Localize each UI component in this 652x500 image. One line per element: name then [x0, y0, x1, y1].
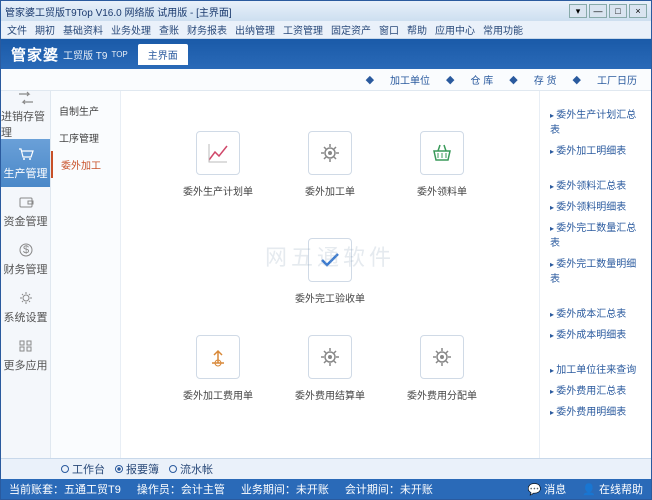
- grid-icon: [16, 337, 36, 355]
- status-operator: 操作员：会计主管: [137, 481, 225, 497]
- card-label: 委外费用分配单: [407, 387, 477, 402]
- view-radio-workspace[interactable]: 工作台: [61, 461, 105, 477]
- maximize-button[interactable]: □: [609, 4, 627, 18]
- right-link[interactable]: 委外领料明细表: [550, 195, 641, 216]
- right-link[interactable]: 委外生产计划汇总表: [550, 103, 641, 139]
- gear-icon: [308, 335, 352, 379]
- sidebar-label: 系统设置: [4, 309, 48, 325]
- menu-item[interactable]: 常用功能: [483, 22, 523, 37]
- gear-icon: [308, 131, 352, 175]
- right-link[interactable]: 委外成本明细表: [550, 323, 641, 344]
- menu-item[interactable]: 业务处理: [111, 22, 151, 37]
- left-sidebar: 进销存管理 生产管理 资金管理 $ 财务管理 系统设置 更多应用: [1, 91, 51, 458]
- sidebar-item-inventory[interactable]: 进销存管理: [1, 91, 50, 139]
- right-link[interactable]: 委外领料汇总表: [550, 174, 641, 195]
- menu-item[interactable]: 文件: [7, 22, 27, 37]
- message-icon[interactable]: 💬 消息: [527, 481, 566, 497]
- topaction[interactable]: 仓 库: [471, 72, 494, 87]
- menubar: 文件 期初 基础资料 业务处理 查账 财务报表 出纳管理 工资管理 固定资产 窗…: [1, 21, 651, 39]
- chart-icon: [196, 131, 240, 175]
- sidebar-label: 生产管理: [4, 165, 48, 181]
- card-label: 委外领料单: [417, 183, 467, 198]
- right-sidebar: 委外生产计划汇总表 委外加工明细表 委外领料汇总表 委外领料明细表 委外完工数量…: [539, 91, 651, 458]
- status-acctdate: 会计期间：未开账: [345, 481, 433, 497]
- card-cost[interactable]: 委外加工费用单: [182, 335, 254, 402]
- gear-icon: [420, 335, 464, 379]
- card-label: 委外加工单: [305, 183, 355, 198]
- sidebar-item-more[interactable]: 更多应用: [1, 331, 50, 379]
- gear-icon: [16, 289, 36, 307]
- menu-item[interactable]: 查账: [159, 22, 179, 37]
- brand-sup: TOP: [111, 50, 127, 59]
- card-settle[interactable]: 委外费用结算单: [294, 335, 366, 402]
- menu-item[interactable]: 工资管理: [283, 22, 323, 37]
- sidebar-label: 财务管理: [4, 261, 48, 277]
- sidebar-item-production[interactable]: 生产管理: [1, 139, 50, 187]
- dropdown-button[interactable]: ▾: [569, 4, 587, 18]
- sidebar-label: 进销存管理: [1, 108, 50, 140]
- card-alloc[interactable]: 委外费用分配单: [406, 335, 478, 402]
- wallet-icon: [16, 193, 36, 211]
- top-actions: ◆加工单位 ◆仓 库 ◆存 货 ◆工厂日历: [1, 69, 651, 91]
- menu-item[interactable]: 基础资料: [63, 22, 103, 37]
- right-link[interactable]: 委外加工明细表: [550, 139, 641, 160]
- basket-icon: [420, 131, 464, 175]
- titlebar: 管家婆工贸版T9Top V16.0 网络版 试用版 - [主界面] ▾ — □ …: [1, 1, 651, 21]
- menu-item[interactable]: 帮助: [407, 22, 427, 37]
- menu-item[interactable]: 财务报表: [187, 22, 227, 37]
- card-accept[interactable]: 委外完工验收单: [294, 238, 366, 305]
- right-link[interactable]: 加工单位往来查询: [550, 358, 641, 379]
- brand-sub: 工贸版 T9: [63, 47, 107, 62]
- menu-item[interactable]: 期初: [35, 22, 55, 37]
- right-link[interactable]: 委外完工数量汇总表: [550, 216, 641, 252]
- right-link[interactable]: 委外费用明细表: [550, 400, 641, 421]
- sidebar-item-settings[interactable]: 系统设置: [1, 283, 50, 331]
- status-bizdate: 业务期间：未开账: [241, 481, 329, 497]
- main-area: 网五通软件 委外生产计划单 委外加工单 委外领料单 委外完工验收单: [121, 91, 539, 458]
- tab-main[interactable]: 主界面: [138, 44, 188, 65]
- card-plan[interactable]: 委外生产计划单: [182, 131, 254, 198]
- menu-item[interactable]: 应用中心: [435, 22, 475, 37]
- minimize-button[interactable]: —: [589, 4, 607, 18]
- cart-icon: [16, 145, 36, 163]
- check-icon: [308, 238, 352, 282]
- submenu-item[interactable]: 自制生产: [51, 97, 120, 124]
- submenu: 自制生产 工序管理 委外加工: [51, 91, 121, 458]
- card-process[interactable]: 委外加工单: [294, 131, 366, 198]
- svg-text:$: $: [22, 244, 28, 256]
- sidebar-item-finance[interactable]: $ 财务管理: [1, 235, 50, 283]
- card-label: 委外完工验收单: [295, 290, 365, 305]
- window-title: 管家婆工贸版T9Top V16.0 网络版 试用版 - [主界面]: [5, 4, 569, 19]
- submenu-item[interactable]: 工序管理: [51, 124, 120, 151]
- topaction[interactable]: 存 货: [534, 72, 557, 87]
- submenu-item[interactable]: 委外加工: [51, 151, 120, 178]
- bottom-bar: 工作台 报要簿 流水帐 当前账套：五通工贸T9 操作员：会计主管 业务期间：未开…: [1, 458, 651, 499]
- status-bar: 当前账套：五通工贸T9 操作员：会计主管 业务期间：未开账 会计期间：未开账 💬…: [1, 479, 651, 499]
- close-button[interactable]: ×: [629, 4, 647, 18]
- money-up-icon: [196, 335, 240, 379]
- brand-bar: 管家婆 工贸版 T9 TOP 主界面: [1, 39, 651, 69]
- sidebar-label: 更多应用: [4, 357, 48, 373]
- view-radio-journal[interactable]: 流水帐: [169, 461, 213, 477]
- coin-icon: $: [16, 241, 36, 259]
- menu-item[interactable]: 固定资产: [331, 22, 371, 37]
- right-link[interactable]: 委外完工数量明细表: [550, 252, 641, 288]
- status-account: 当前账套：五通工贸T9: [9, 481, 121, 497]
- view-radio-report[interactable]: 报要簿: [115, 461, 159, 477]
- right-link[interactable]: 委外费用汇总表: [550, 379, 641, 400]
- sidebar-label: 资金管理: [4, 213, 48, 229]
- brand-main: 管家婆: [11, 44, 59, 65]
- menu-item[interactable]: 出纳管理: [235, 22, 275, 37]
- topaction[interactable]: 加工单位: [390, 72, 430, 87]
- card-label: 委外费用结算单: [295, 387, 365, 402]
- menu-item[interactable]: 窗口: [379, 22, 399, 37]
- right-link[interactable]: 委外成本汇总表: [550, 302, 641, 323]
- topaction[interactable]: 工厂日历: [597, 72, 637, 87]
- card-label: 委外加工费用单: [183, 387, 253, 402]
- sidebar-item-funds[interactable]: 资金管理: [1, 187, 50, 235]
- swap-icon: [16, 91, 36, 106]
- help-link[interactable]: 👤 在线帮助: [582, 481, 643, 497]
- card-material[interactable]: 委外领料单: [406, 131, 478, 198]
- card-label: 委外生产计划单: [183, 183, 253, 198]
